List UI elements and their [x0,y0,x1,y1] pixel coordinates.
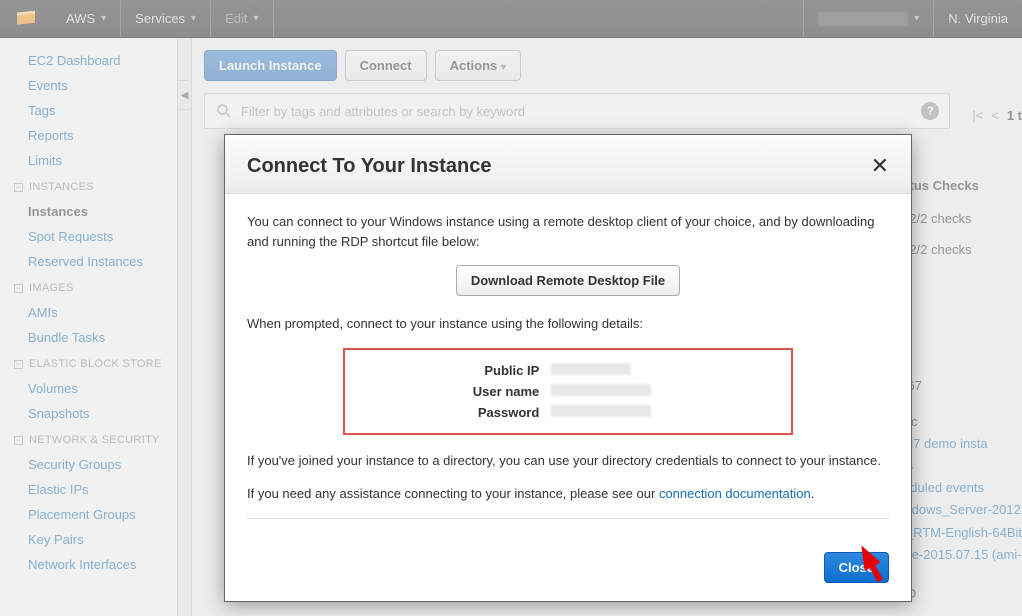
username-value-redacted [551,384,651,396]
sidebar-link-instances[interactable]: Instances [0,199,177,224]
sidebar-link-elastic-ips[interactable]: Elastic IPs [0,477,177,502]
password-label: Password [359,405,551,420]
close-button[interactable]: Close [824,552,889,583]
sidebar: EC2 DashboardEventsTagsReportsLimits −IN… [0,38,178,616]
collapse-icon: − [14,360,23,369]
pager-count: 1 t [1007,108,1022,123]
sidebar-link-ec2-dashboard[interactable]: EC2 Dashboard [0,48,177,73]
pager: |< < 1 t [972,108,1022,123]
modal-footer: Close [225,537,911,601]
aws-menu-label: AWS [66,11,95,26]
collapse-sidebar-button[interactable]: ◀ [177,80,192,110]
sidebar-link-placement-groups[interactable]: Placement Groups [0,502,177,527]
password-value-redacted [551,405,651,417]
sidebar-link-key-pairs[interactable]: Key Pairs [0,527,177,552]
connection-documentation-link[interactable]: connection documentation [659,486,811,501]
sidebar-section-images[interactable]: −IMAGES [0,274,177,300]
modal-prompt-text: When prompted, connect to your instance … [247,314,889,334]
sidebar-section-network-security[interactable]: −NETWORK & SECURITY [0,426,177,452]
collapse-icon: − [14,183,23,192]
caret-down-icon: ▾ [501,62,506,73]
toolbar: Launch Instance Connect Actions ▾ [192,50,1022,93]
account-name-redacted [818,12,908,26]
connect-button[interactable]: Connect [345,50,427,81]
sidebar-link-snapshots[interactable]: Snapshots [0,401,177,426]
sidebar-section-elastic-block-store[interactable]: −ELASTIC BLOCK STORE [0,350,177,376]
modal-help-text: If you need any assistance connecting to… [247,484,889,504]
download-rdp-button[interactable]: Download Remote Desktop File [456,265,680,296]
close-icon[interactable]: ✕ [871,153,889,179]
launch-instance-button[interactable]: Launch Instance [204,50,337,81]
modal-title: Connect To Your Instance [247,155,871,178]
sidebar-link-security-groups[interactable]: Security Groups [0,452,177,477]
sidebar-link-spot-requests[interactable]: Spot Requests [0,224,177,249]
caret-down-icon: ▾ [101,13,106,24]
edit-menu-label: Edit [225,11,247,26]
account-menu[interactable]: ▾ [803,0,933,37]
sidebar-link-tags[interactable]: Tags [0,98,177,123]
caret-down-icon: ▾ [191,13,196,24]
sidebar-link-network-interfaces[interactable]: Network Interfaces [0,552,177,577]
sidebar-link-amis[interactable]: AMIs [0,300,177,325]
sidebar-link-reports[interactable]: Reports [0,123,177,148]
sidebar-link-events[interactable]: Events [0,73,177,98]
region-menu[interactable]: N. Virginia [933,0,1022,37]
page-first-icon[interactable]: |< [972,108,983,123]
credentials-box: Public IP User name Password [343,348,792,435]
modal-body: You can connect to your Windows instance… [225,194,911,537]
sidebar-collapser: ◀ [178,38,192,616]
actions-button[interactable]: Actions ▾ [435,50,521,81]
search-icon [215,102,233,120]
public-ip-label: Public IP [359,363,551,378]
page-prev-icon[interactable]: < [991,108,999,123]
caret-down-icon: ▾ [914,13,919,24]
modal-directory-text: If you've joined your instance to a dire… [247,451,889,471]
help-icon[interactable]: ? [921,102,939,120]
modal-intro-text: You can connect to your Windows instance… [247,212,889,251]
modal-header: Connect To Your Instance ✕ [225,135,911,194]
aws-logo-icon [14,7,38,31]
collapse-icon: − [14,284,23,293]
connect-to-instance-modal: Connect To Your Instance ✕ You can conne… [224,134,912,602]
search-bar: ? [204,93,950,129]
services-menu-label: Services [135,11,185,26]
sidebar-section-instances[interactable]: −INSTANCES [0,173,177,199]
sidebar-link-bundle-tasks[interactable]: Bundle Tasks [0,325,177,350]
services-menu[interactable]: Services ▾ [121,0,211,37]
sidebar-link-limits[interactable]: Limits [0,148,177,173]
top-nav: AWS ▾ Services ▾ Edit ▾ ▾ N. Virginia [0,0,1022,38]
collapse-icon: − [14,436,23,445]
sidebar-link-reserved-instances[interactable]: Reserved Instances [0,249,177,274]
edit-menu[interactable]: Edit ▾ [211,0,273,37]
public-ip-value-redacted [551,363,631,375]
search-input[interactable] [241,104,913,119]
username-label: User name [359,384,551,399]
region-label: N. Virginia [948,11,1008,26]
caret-down-icon: ▾ [253,13,258,24]
aws-menu[interactable]: AWS ▾ [52,0,121,37]
sidebar-link-volumes[interactable]: Volumes [0,376,177,401]
